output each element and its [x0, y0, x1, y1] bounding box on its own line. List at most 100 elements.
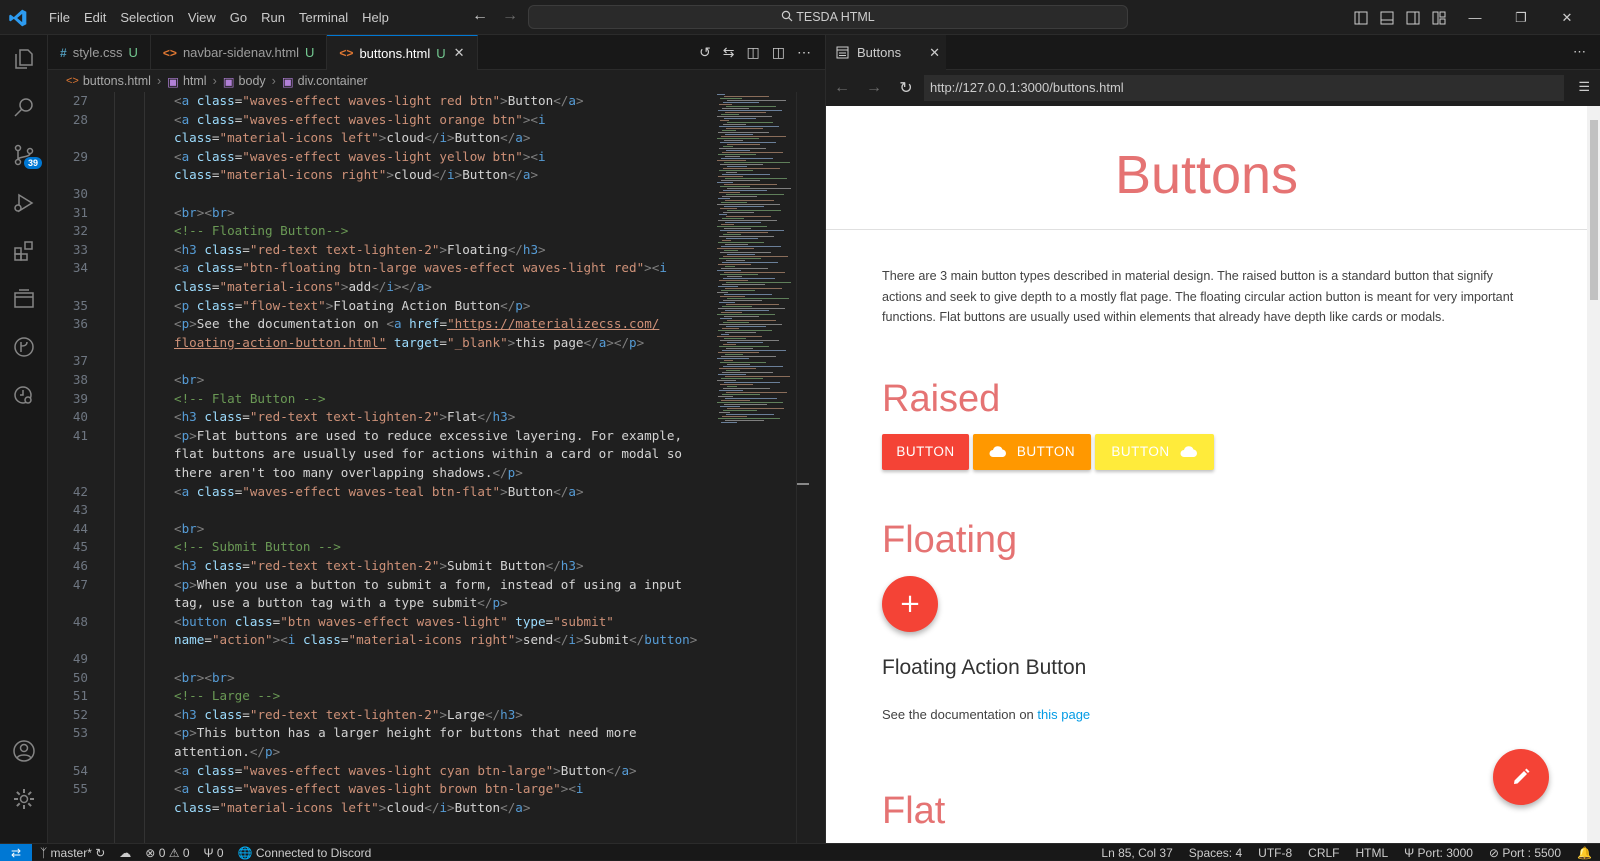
code-line[interactable]: 44 <br> — [48, 520, 708, 539]
code-line[interactable]: 54 <a class="waves-effect waves-light cya… — [48, 762, 708, 781]
code-line[interactable]: 31 <br><br> — [48, 204, 708, 223]
code-line[interactable]: 27 <a class="waves-effect waves-light red… — [48, 92, 708, 111]
more-actions-icon[interactable]: ⋯ — [797, 44, 811, 61]
code-line[interactable]: 52 <h3 class="red-text text-lighten-2">La… — [48, 706, 708, 725]
code-line[interactable]: attention.</p> — [48, 743, 708, 762]
code-line[interactable]: 34 <a class="btn-floating btn-large waves… — [48, 259, 708, 278]
menu-file[interactable]: File — [42, 0, 77, 35]
minimize-icon[interactable]: — — [1452, 0, 1498, 35]
remote-explorer-icon[interactable] — [0, 275, 48, 323]
source-control-icon[interactable]: 39 — [0, 131, 48, 179]
command-center-search[interactable]: TESDA HTML — [528, 5, 1128, 29]
settings-gear-icon[interactable] — [0, 775, 48, 823]
code-line[interactable]: 46 <h3 class="red-text text-lighten-2">Su… — [48, 557, 708, 576]
editor-scrollbar[interactable] — [796, 92, 810, 843]
more-actions-icon[interactable]: ⋯ — [1573, 44, 1586, 60]
code-line[interactable]: 32 <!-- Floating Button--> — [48, 222, 708, 241]
remote-indicator-icon[interactable]: ⇄ — [0, 844, 32, 861]
publish-icon[interactable]: ☁ — [119, 846, 131, 860]
restore-icon[interactable]: ❐ — [1498, 0, 1544, 35]
fixed-edit-fab[interactable] — [1493, 749, 1549, 805]
cursor-position[interactable]: Ln 85, Col 37 — [1101, 846, 1172, 860]
language-mode[interactable]: HTML — [1356, 846, 1389, 860]
code-line[interactable]: 42 <a class="waves-effect waves-teal btn-… — [48, 483, 708, 502]
run-debug-icon[interactable] — [0, 179, 48, 227]
code-line[interactable]: 49 — [48, 650, 708, 669]
preview-back-icon[interactable]: ← — [826, 79, 858, 97]
code-line[interactable]: tag, use a button tag with a type submit… — [48, 594, 708, 613]
code-line[interactable]: 51 <!-- Large --> — [48, 687, 708, 706]
code-line[interactable]: 37 — [48, 352, 708, 371]
breadcrumb-body[interactable]: body — [239, 74, 266, 88]
menu-view[interactable]: View — [181, 0, 223, 35]
reload-icon[interactable]: ↻ — [890, 78, 922, 98]
code-line[interactable]: 50 <br><br> — [48, 669, 708, 688]
orange-raised-button[interactable]: BUTTON — [973, 434, 1091, 470]
code-line[interactable]: class="material-icons right">cloud</i>Bu… — [48, 166, 708, 185]
notifications-bell-icon[interactable]: 🔔 — [1577, 846, 1592, 860]
code-line[interactable]: 53 <p>This button has a larger height for… — [48, 724, 708, 743]
back-arrow-icon[interactable]: ← — [472, 7, 488, 25]
preview-forward-icon[interactable]: → — [858, 79, 890, 97]
code-line[interactable]: 35 <p class="flow-text">Floating Action B… — [48, 297, 708, 316]
code-line[interactable]: class="material-icons left">cloud</i>But… — [48, 799, 708, 818]
code-line[interactable]: 30 — [48, 185, 708, 204]
code-line[interactable]: 33 <h3 class="red-text text-lighten-2">Fl… — [48, 241, 708, 260]
floating-add-button[interactable]: + — [882, 576, 938, 632]
code-line[interactable]: 41 <p>Flat buttons are used to reduce exc… — [48, 427, 708, 446]
breadcrumb-div[interactable]: div.container — [298, 74, 368, 88]
toggle-secondary-sidebar-icon[interactable] — [1400, 0, 1426, 35]
code-line[interactable]: 28 <a class="waves-effect waves-light ora… — [48, 111, 708, 130]
code-line[interactable]: floating-action-button.html" target="_bl… — [48, 334, 708, 353]
compare-changes-icon[interactable]: ⇆ — [723, 44, 735, 61]
code-line[interactable]: there aren't too many overlapping shadow… — [48, 464, 708, 483]
encoding[interactable]: UTF-8 — [1258, 846, 1292, 860]
account-icon[interactable] — [0, 727, 48, 775]
code-line[interactable]: 36 <p>See the documentation on <a href="h… — [48, 315, 708, 334]
toggle-panel-icon[interactable] — [1374, 0, 1400, 35]
menu-terminal[interactable]: Terminal — [292, 0, 355, 35]
code-line[interactable]: 29 <a class="waves-effect waves-light yel… — [48, 148, 708, 167]
port-status[interactable]: Ψ Port: 3000 — [1404, 846, 1473, 860]
tab-buttons-html[interactable]: <> buttons.html U ✕ — [327, 35, 478, 70]
code-line[interactable]: 48 <button class="btn waves-effect waves-… — [48, 613, 708, 632]
code-editor[interactable]: 27 <a class="waves-effect waves-light red… — [48, 92, 708, 843]
code-line[interactable]: 39 <!-- Flat Button --> — [48, 390, 708, 409]
branch-indicator[interactable]: ᛉ master* ↻ — [40, 846, 105, 860]
tab-style-css[interactable]: # style.css U — [48, 35, 151, 70]
close-tab-icon[interactable]: ✕ — [454, 45, 465, 61]
explorer-icon[interactable] — [0, 35, 48, 83]
code-line[interactable]: 47 <p>When you use a button to submit a f… — [48, 576, 708, 595]
menu-run[interactable]: Run — [254, 0, 292, 35]
customize-layout-icon[interactable] — [1426, 0, 1452, 35]
preview-scrollbar[interactable] — [1587, 106, 1600, 843]
code-line[interactable]: 45 <!-- Submit Button --> — [48, 538, 708, 557]
code-line[interactable]: 55 <a class="waves-effect waves-light bro… — [48, 780, 708, 799]
code-line[interactable]: 40 <h3 class="red-text text-lighten-2">Fl… — [48, 408, 708, 427]
scrollbar-thumb[interactable] — [1590, 120, 1598, 300]
tab-preview-buttons[interactable]: Buttons ✕ — [826, 35, 946, 70]
close-window-icon[interactable]: ✕ — [1544, 0, 1590, 35]
code-line[interactable]: flat buttons are usually used for action… — [48, 445, 708, 464]
git-graph-icon[interactable] — [0, 323, 48, 371]
url-input[interactable]: http://127.0.0.1:3000/buttons.html — [924, 75, 1564, 101]
go-live-status[interactable]: ⊘ Port : 5500 — [1489, 846, 1561, 860]
search-view-icon[interactable] — [0, 83, 48, 131]
this-page-link[interactable]: this page — [1037, 707, 1090, 722]
code-line[interactable]: 43 — [48, 501, 708, 520]
red-raised-button[interactable]: BUTTON — [882, 434, 969, 470]
indentation[interactable]: Spaces: 4 — [1189, 846, 1242, 860]
yellow-raised-button[interactable]: BUTTON — [1095, 434, 1214, 470]
menu-selection[interactable]: Selection — [113, 0, 180, 35]
menu-go[interactable]: Go — [223, 0, 254, 35]
split-editor-icon[interactable]: ◫ — [772, 44, 785, 61]
extensions-icon[interactable] — [0, 227, 48, 275]
minimap[interactable] — [715, 92, 795, 432]
end-of-line[interactable]: CRLF — [1308, 846, 1339, 860]
toggle-sidebar-icon[interactable] — [1348, 0, 1374, 35]
breadcrumb-file[interactable]: buttons.html — [83, 74, 151, 88]
discord-status[interactable]: 🌐 Connected to Discord — [238, 846, 372, 860]
menu-edit[interactable]: Edit — [77, 0, 113, 35]
breadcrumb-html[interactable]: html — [183, 74, 207, 88]
code-line[interactable]: name="action"><i class="material-icons r… — [48, 631, 708, 650]
